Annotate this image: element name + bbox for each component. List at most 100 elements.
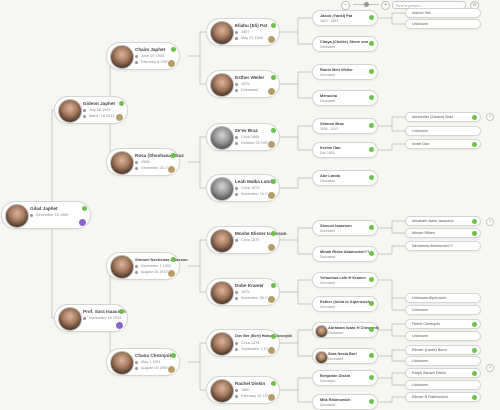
person-card-dov[interactable]: Dov Ber (Bert) Hatsel Cheznjnik Circa 18…	[206, 329, 292, 357]
person-card-small[interactable]: Abraham Isaac H Cheznjnik Deceased	[312, 322, 379, 338]
person-card-mini[interactable]: Alexander (Zaldon) Braz	[405, 112, 481, 122]
record-match-icon[interactable]	[472, 115, 477, 120]
person-card-leah[interactable]: Leah Malka Landa Circa 1873 November 15 …	[206, 174, 280, 202]
person-card-small[interactable]: Shimon Braz 1838 - 1913	[312, 118, 378, 134]
person-death: October 29 1935	[235, 141, 269, 145]
record-match-icon[interactable]	[472, 348, 477, 353]
record-match-icon[interactable]	[369, 375, 374, 380]
person-card-mini[interactable]: Fiebel Cheznjnik	[405, 319, 481, 329]
person-card-mini[interactable]: Unknown	[405, 356, 481, 366]
person-name: Alexander (Zaldon) Braz	[412, 115, 454, 119]
record-match-icon[interactable]	[369, 353, 374, 358]
expand-branch-icon[interactable]: ›	[486, 364, 494, 372]
expand-branch-icon[interactable]: ›	[486, 218, 494, 226]
person-card-zeev[interactable]: Ze'ev Braz Circa 1868 October 29 1935	[206, 123, 280, 151]
person-card-mini[interactable]: Unknown	[405, 19, 481, 29]
person-card-gideon[interactable]: Gideon Japhet July 26 1929 March 18 2013	[54, 96, 128, 124]
record-match-icon[interactable]	[369, 225, 374, 230]
record-match-icon[interactable]	[271, 23, 276, 28]
record-match-icon[interactable]	[369, 41, 374, 46]
person-card-mini[interactable]: Abraham Isaac Isaacson	[405, 216, 481, 226]
record-match-icon[interactable]	[369, 147, 374, 152]
person-name: Unknown	[412, 22, 428, 26]
record-match-icon[interactable]	[271, 179, 276, 184]
person-card-chaim[interactable]: Chaim Japhet June 19 1903 February 8 199…	[106, 42, 180, 70]
person-card-mini[interactable]: Unknown	[405, 126, 481, 136]
record-match-icon[interactable]	[369, 277, 374, 282]
zoom-slider-handle[interactable]	[364, 2, 369, 7]
record-match-icon[interactable]	[472, 219, 477, 224]
record-match-icon[interactable]	[472, 322, 477, 327]
gender-icon	[267, 87, 276, 96]
person-card-mini[interactable]: Unknown	[405, 380, 481, 390]
person-card-small[interactable]: Menucha Deceased	[312, 90, 378, 106]
record-match-icon[interactable]	[369, 15, 374, 20]
person-card-mini[interactable]: Eliezer (Lazer) Burni	[405, 345, 481, 355]
person-card-mini[interactable]: Israel Dan	[405, 139, 481, 149]
record-match-icon[interactable]	[271, 231, 276, 236]
person-card-small[interactable]: Jacob (Yankl) Pat 1823 - 1883	[312, 10, 378, 26]
avatar	[315, 325, 328, 338]
person-name: Aishon Hat	[412, 11, 431, 15]
record-match-icon[interactable]	[171, 47, 176, 52]
person-card-small[interactable]: Yehoshua Leib H Kramer Deceased	[312, 272, 378, 288]
record-match-icon[interactable]	[82, 206, 87, 211]
record-match-icon[interactable]	[271, 75, 276, 80]
record-match-icon[interactable]	[369, 399, 374, 404]
record-match-icon[interactable]	[369, 95, 374, 100]
person-card-dobe[interactable]: Dobe Kramer 1875 November 26 1960	[206, 278, 280, 306]
person-card-small[interactable]: Robin Meir Weiler Deceased	[312, 64, 378, 80]
record-match-icon[interactable]	[369, 123, 374, 128]
gender-icon	[267, 393, 276, 402]
record-match-icon[interactable]	[271, 381, 276, 386]
person-card-small[interactable]: Esther (Asha or Alperovich Deceased	[312, 296, 378, 312]
person-card-sara[interactable]: Prof. Sara Isaacson November 18 1934	[54, 304, 128, 332]
record-match-icon[interactable]	[271, 128, 276, 133]
record-match-icon[interactable]	[472, 371, 477, 376]
person-card-mini[interactable]: Unknown Alperovich	[405, 293, 481, 303]
record-match-icon[interactable]	[271, 283, 276, 288]
person-card-small[interactable]: Abe Landa Deceased	[312, 170, 378, 186]
person-card-mini[interactable]: Unknown	[405, 305, 481, 315]
person-card-mini[interactable]: Nechemia Abamovich??	[405, 241, 481, 251]
avatar	[210, 379, 234, 403]
record-match-icon[interactable]	[369, 175, 374, 180]
person-card-small[interactable]: Minah Rivka Abamovich?? Deceased	[312, 246, 378, 262]
record-match-icon[interactable]	[369, 301, 374, 306]
record-match-icon[interactable]	[119, 309, 124, 314]
person-card-mini[interactable]: Eliezer B Rabinowich	[405, 392, 481, 402]
person-card-small[interactable]: Benjamin Diskin Deceased	[312, 370, 378, 386]
gender-icon	[267, 35, 276, 44]
record-match-icon[interactable]	[369, 327, 374, 332]
record-match-icon[interactable]	[171, 257, 176, 262]
record-match-icon[interactable]	[271, 334, 276, 339]
record-match-icon[interactable]	[472, 231, 477, 236]
person-card-rachel[interactable]: Rachel Diskin 1880 February 16 1959	[206, 376, 280, 404]
person-card-small[interactable]: Kreine Dan Dec 1903	[312, 142, 378, 158]
record-match-icon[interactable]	[171, 353, 176, 358]
person-card-shmuel-nechemia[interactable]: Shmuel Nechemia Isaacson November 1 1902…	[106, 252, 188, 280]
person-card-small[interactable]: Chaya (Cheike) Stone oon Deceased	[312, 36, 378, 52]
record-match-icon[interactable]	[472, 395, 477, 400]
zoom-out-button[interactable]: −	[341, 1, 350, 10]
person-card-mini[interactable]: Aishon Hat	[405, 8, 481, 18]
person-card-small[interactable]: Shmuel Isaacson Deceased	[312, 220, 378, 236]
record-match-icon[interactable]	[369, 251, 374, 256]
person-card-mini[interactable]: Miriam Rilkes	[405, 228, 481, 238]
person-card-rosa[interactable]: Rosa (Shoshana) Braz 1906 December 25 19…	[106, 148, 184, 176]
person-card-eliahu[interactable]: Eliahu (Eli) Pat 1857 May 27 1942	[206, 18, 280, 46]
record-match-icon[interactable]	[472, 142, 477, 147]
person-card-moshe[interactable]: Moshe Eliezer Isaacson Circa 1870	[206, 226, 287, 254]
record-match-icon[interactable]	[171, 153, 176, 158]
person-card-chana[interactable]: Chana Cheznjnik May 1 1911 August 15 199…	[106, 348, 180, 376]
person-card-mini[interactable]: Unknown	[405, 331, 481, 341]
person-card-esther-weiler[interactable]: Esther Weiler 1876 Deceased	[206, 70, 280, 98]
person-birth: Circa 1870	[235, 238, 259, 242]
expand-branch-icon[interactable]: ›	[486, 113, 494, 121]
record-match-icon[interactable]	[369, 69, 374, 74]
person-card-small[interactable]: Sara Nesia Borl Deceased	[312, 348, 378, 364]
person-card-root[interactable]: Gilad Japhet December 18 1969	[1, 201, 91, 229]
zoom-in-button[interactable]: +	[381, 1, 390, 10]
record-match-icon[interactable]	[119, 101, 124, 106]
person-card-mini[interactable]: Raiph Zarach Diskin	[405, 368, 481, 378]
